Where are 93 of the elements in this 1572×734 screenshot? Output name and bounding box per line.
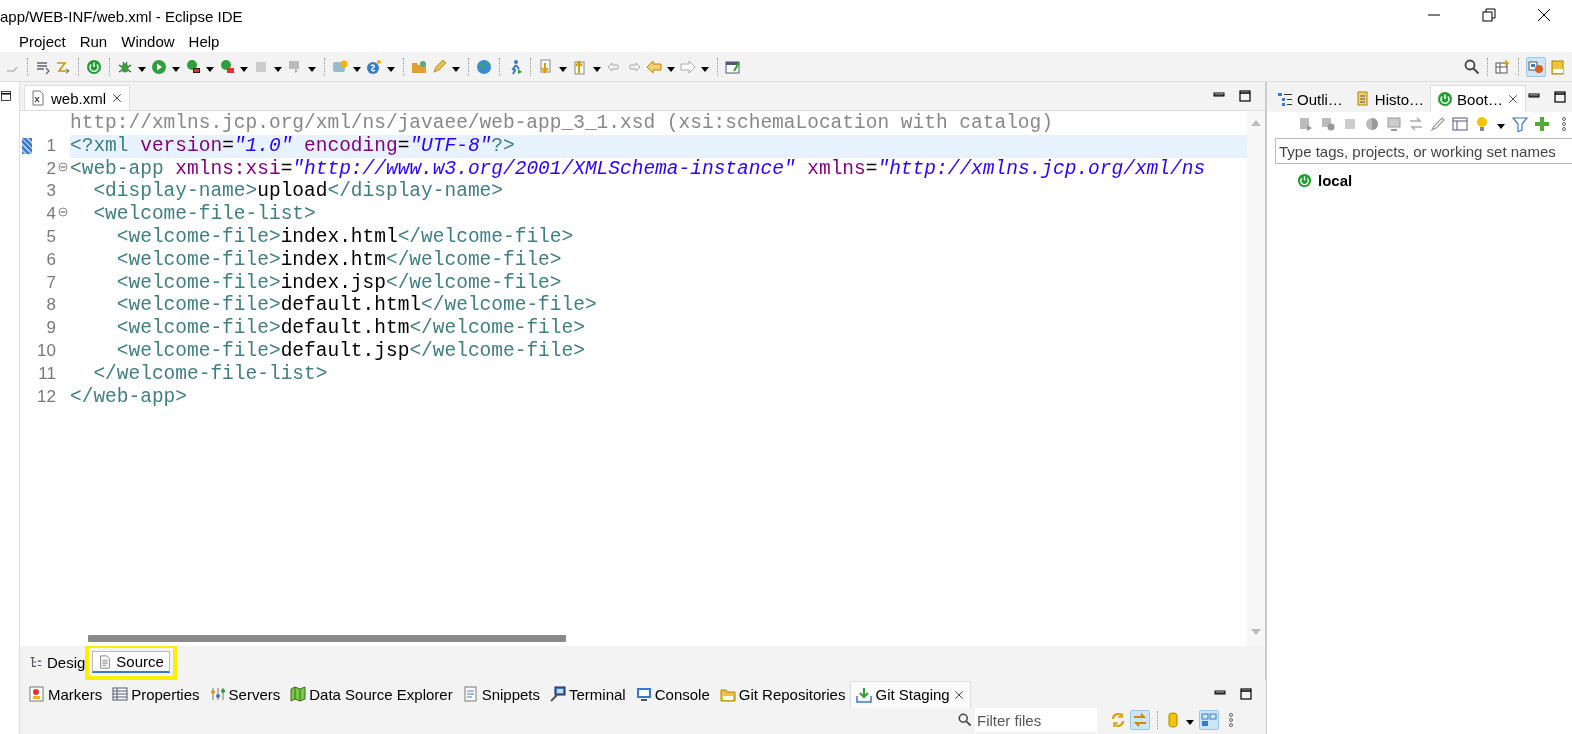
document-icon — [462, 686, 479, 702]
table-icon — [112, 686, 129, 702]
run-icon[interactable] — [185, 58, 201, 75]
globe-icon[interactable] — [476, 58, 492, 75]
code-line: </welcome-file-list> — [92, 362, 328, 385]
circle-icon[interactable] — [366, 58, 382, 75]
restore-icon[interactable] — [1481, 7, 1497, 23]
view-tab[interactable]: Boot… — [1430, 85, 1526, 112]
view-tab[interactable]: Servers — [204, 681, 286, 707]
download-icon — [856, 686, 873, 703]
view-tab[interactable]: Git Staging — [850, 680, 971, 708]
view-tab[interactable]: Snippets — [457, 681, 545, 707]
monitor-icon[interactable] — [1385, 116, 1402, 132]
code-line: <welcome-file>index.htm</welcome-file> — [115, 248, 562, 271]
filter-icon[interactable] — [1511, 116, 1528, 132]
line-number: 1 — [45, 134, 56, 157]
folder-icon — [719, 686, 736, 702]
tree-item[interactable]: local — [1318, 172, 1353, 189]
line-number: 6 — [45, 248, 56, 271]
maximize-icon[interactable] — [1551, 89, 1568, 105]
pencil-icon[interactable] — [1429, 116, 1446, 132]
ball-icon[interactable] — [1363, 116, 1380, 132]
fold-icon[interactable] — [58, 161, 68, 172]
close-icon[interactable] — [1536, 7, 1552, 23]
tree-icon — [29, 655, 43, 669]
line-number: 3 — [45, 180, 56, 203]
line-number: 9 — [45, 317, 56, 340]
swap-icon[interactable] — [1407, 116, 1424, 132]
plus-icon[interactable] — [1533, 116, 1550, 132]
line-number: 7 — [45, 271, 56, 294]
code-line: <?xml version="1.0" encoding="UTF-8"?> — [70, 134, 515, 157]
code-line: <welcome-file>default.jsp</welcome-file> — [115, 339, 585, 362]
menu-item[interactable]: Window — [114, 32, 182, 50]
menu-item[interactable]: Run — [72, 32, 115, 50]
perspective-icon[interactable] — [1495, 58, 1511, 75]
line-number: 12 — [36, 385, 56, 408]
editor-tab[interactable]: web.xml — [24, 85, 130, 110]
view-tab[interactable]: Histo… — [1348, 86, 1431, 112]
code-line: <display-name>upload</display-name> — [92, 180, 503, 203]
xml-file-icon — [30, 90, 46, 106]
menu-item[interactable]: Project — [12, 32, 73, 50]
search-icon[interactable] — [1464, 58, 1480, 75]
outline-icon — [1277, 91, 1293, 107]
window-icon[interactable] — [725, 58, 741, 75]
search-field[interactable]: Type tags, projects, or working set names — [1275, 138, 1572, 164]
code-line: <welcome-file>index.jsp</welcome-file> — [115, 271, 562, 294]
code-line: </web-app> — [70, 385, 188, 408]
clipboard-icon — [1354, 91, 1371, 107]
maximize-icon[interactable] — [1238, 686, 1254, 702]
line-number: 4 — [45, 203, 56, 226]
line-number: 8 — [45, 294, 56, 317]
view-tab[interactable]: Properties — [107, 681, 205, 707]
power-icon[interactable] — [86, 58, 102, 75]
code-line: <web-app xmlns:xsi="http://www.w3.org/2001/XMLSchema-instance" xmlns="http://xmlns.jcp.org/xml/ns — [70, 157, 1206, 180]
bug-icon[interactable] — [1319, 116, 1336, 132]
line-number: 5 — [45, 226, 56, 248]
close-icon[interactable] — [1506, 93, 1519, 105]
power-icon — [1297, 173, 1312, 188]
markers-icon — [29, 686, 45, 702]
power-icon — [1437, 91, 1454, 107]
line-number: 2 — [45, 157, 56, 180]
filter-field[interactable]: Filter files — [975, 708, 1097, 732]
view-tab[interactable]: Data Source Explorer — [285, 681, 458, 707]
editor-mode-tab[interactable]: Desig — [24, 651, 91, 673]
window-title: app/WEB-INF/web.xml - Eclipse IDE — [0, 6, 244, 25]
document-icon — [98, 654, 113, 669]
code-line: <welcome-file>default.htm</welcome-file> — [115, 317, 585, 340]
code-line: <welcome-file-list> — [92, 203, 316, 226]
servers-icon — [209, 686, 226, 702]
folder-icon[interactable] — [411, 58, 427, 75]
line-number: 11 — [37, 362, 56, 385]
schema-hint: http://xmlns.jcp.org/xml/ns/javaee/web-app_3_1.xsd (xsi:schemaLocation with catalog) — [69, 112, 1054, 135]
terminal-icon — [550, 686, 566, 702]
fold-icon[interactable] — [58, 207, 68, 218]
view-tab[interactable]: Markers — [24, 681, 108, 707]
close-icon[interactable] — [952, 688, 965, 701]
menu-item[interactable]: Help — [181, 32, 227, 50]
restore-icon[interactable] — [0, 90, 12, 102]
maximize-icon[interactable] — [1237, 88, 1253, 104]
view-tab[interactable]: Terminal — [545, 681, 631, 707]
view-tab[interactable]: Console — [630, 681, 715, 707]
code-line: <welcome-file>default.html</welcome-file> — [115, 294, 597, 317]
refresh-icon[interactable] — [1110, 712, 1126, 728]
code-line: <welcome-file>index.html</welcome-file> — [115, 226, 574, 248]
view-tab[interactable]: Git Repositories — [714, 681, 851, 707]
play-icon[interactable] — [1297, 116, 1314, 132]
search-icon — [958, 713, 972, 727]
table-icon[interactable] — [1451, 116, 1468, 132]
close-icon[interactable] — [111, 92, 123, 104]
monitor-icon — [635, 686, 652, 702]
view-tab[interactable]: Outli… — [1271, 86, 1349, 112]
map-icon — [290, 686, 307, 702]
line-number: 10 — [36, 339, 56, 362]
